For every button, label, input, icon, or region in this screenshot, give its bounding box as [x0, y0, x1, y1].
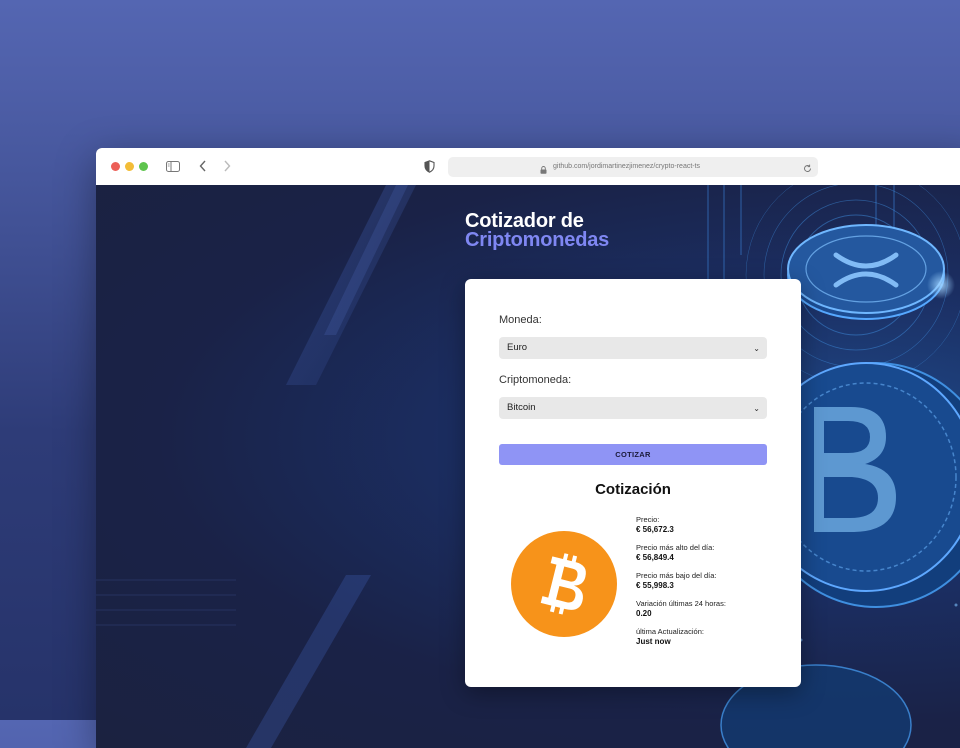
shield-icon[interactable]: [424, 158, 435, 174]
page-title-line2: Criptomonedas: [465, 229, 610, 251]
bitcoin-icon: [511, 531, 617, 637]
result-title: Cotización: [595, 481, 671, 498]
crypto-selected-value: Bitcoin: [507, 402, 536, 413]
minimize-window-button[interactable]: [125, 162, 134, 171]
chevron-down-icon: ⌄: [753, 404, 760, 413]
stat-value: € 55,998.3: [636, 581, 674, 590]
stat-value: € 56,849.4: [636, 553, 674, 562]
currency-selected-value: Euro: [507, 342, 528, 353]
quote-card: Moneda: Euro ⌄ Criptomoneda: Bitcoin ⌄ C…: [465, 279, 801, 687]
browser-window: github.com/jordimartinezjimenez/crypto-r…: [96, 148, 960, 748]
stat-label: Precio más bajo del día:: [636, 571, 717, 580]
forward-icon[interactable]: [223, 158, 231, 174]
stat-label: Precio más alto del día:: [636, 543, 715, 552]
crypto-select[interactable]: Bitcoin ⌄: [499, 397, 767, 419]
stat-value: € 56,672.3: [636, 525, 674, 534]
stat-value: Just now: [636, 637, 671, 646]
currency-select[interactable]: Euro ⌄: [499, 337, 767, 359]
page-title: Cotizador de Criptomonedas: [465, 211, 610, 251]
lock-icon: [540, 163, 547, 183]
page-content: Cotizador de Criptomonedas Moneda: Euro …: [96, 185, 960, 748]
stat-label: última Actualización:: [636, 627, 704, 636]
chevron-down-icon: ⌄: [753, 344, 760, 353]
quote-stats: Precio: € 56,672.3 Precio más alto del d…: [636, 515, 786, 655]
close-window-button[interactable]: [111, 162, 120, 171]
reload-icon[interactable]: [803, 162, 812, 182]
currency-label: Moneda:: [499, 314, 542, 326]
browser-toolbar: github.com/jordimartinezjimenez/crypto-r…: [96, 148, 960, 186]
stat-change-24h: Variación últimas 24 horas: 0.20: [636, 599, 786, 619]
sidebar-toggle-icon[interactable]: [166, 158, 180, 174]
stat-price: Precio: € 56,672.3: [636, 515, 786, 535]
back-icon[interactable]: [199, 158, 207, 174]
maximize-window-button[interactable]: [139, 162, 148, 171]
cotizar-button[interactable]: COTIZAR: [499, 444, 767, 465]
address-bar[interactable]: github.com/jordimartinezjimenez/crypto-r…: [448, 157, 818, 177]
stat-label: Variación últimas 24 horas:: [636, 599, 726, 608]
stat-last-update: última Actualización: Just now: [636, 627, 786, 647]
url-text: github.com/jordimartinezjimenez/crypto-r…: [553, 163, 701, 170]
stat-high: Precio más alto del día: € 56,849.4: [636, 543, 786, 563]
crypto-label: Criptomoneda:: [499, 374, 572, 386]
stat-low: Precio más bajo del día: € 55,998.3: [636, 571, 786, 591]
stat-label: Precio:: [636, 515, 660, 524]
stat-value: 0.20: [636, 609, 652, 618]
